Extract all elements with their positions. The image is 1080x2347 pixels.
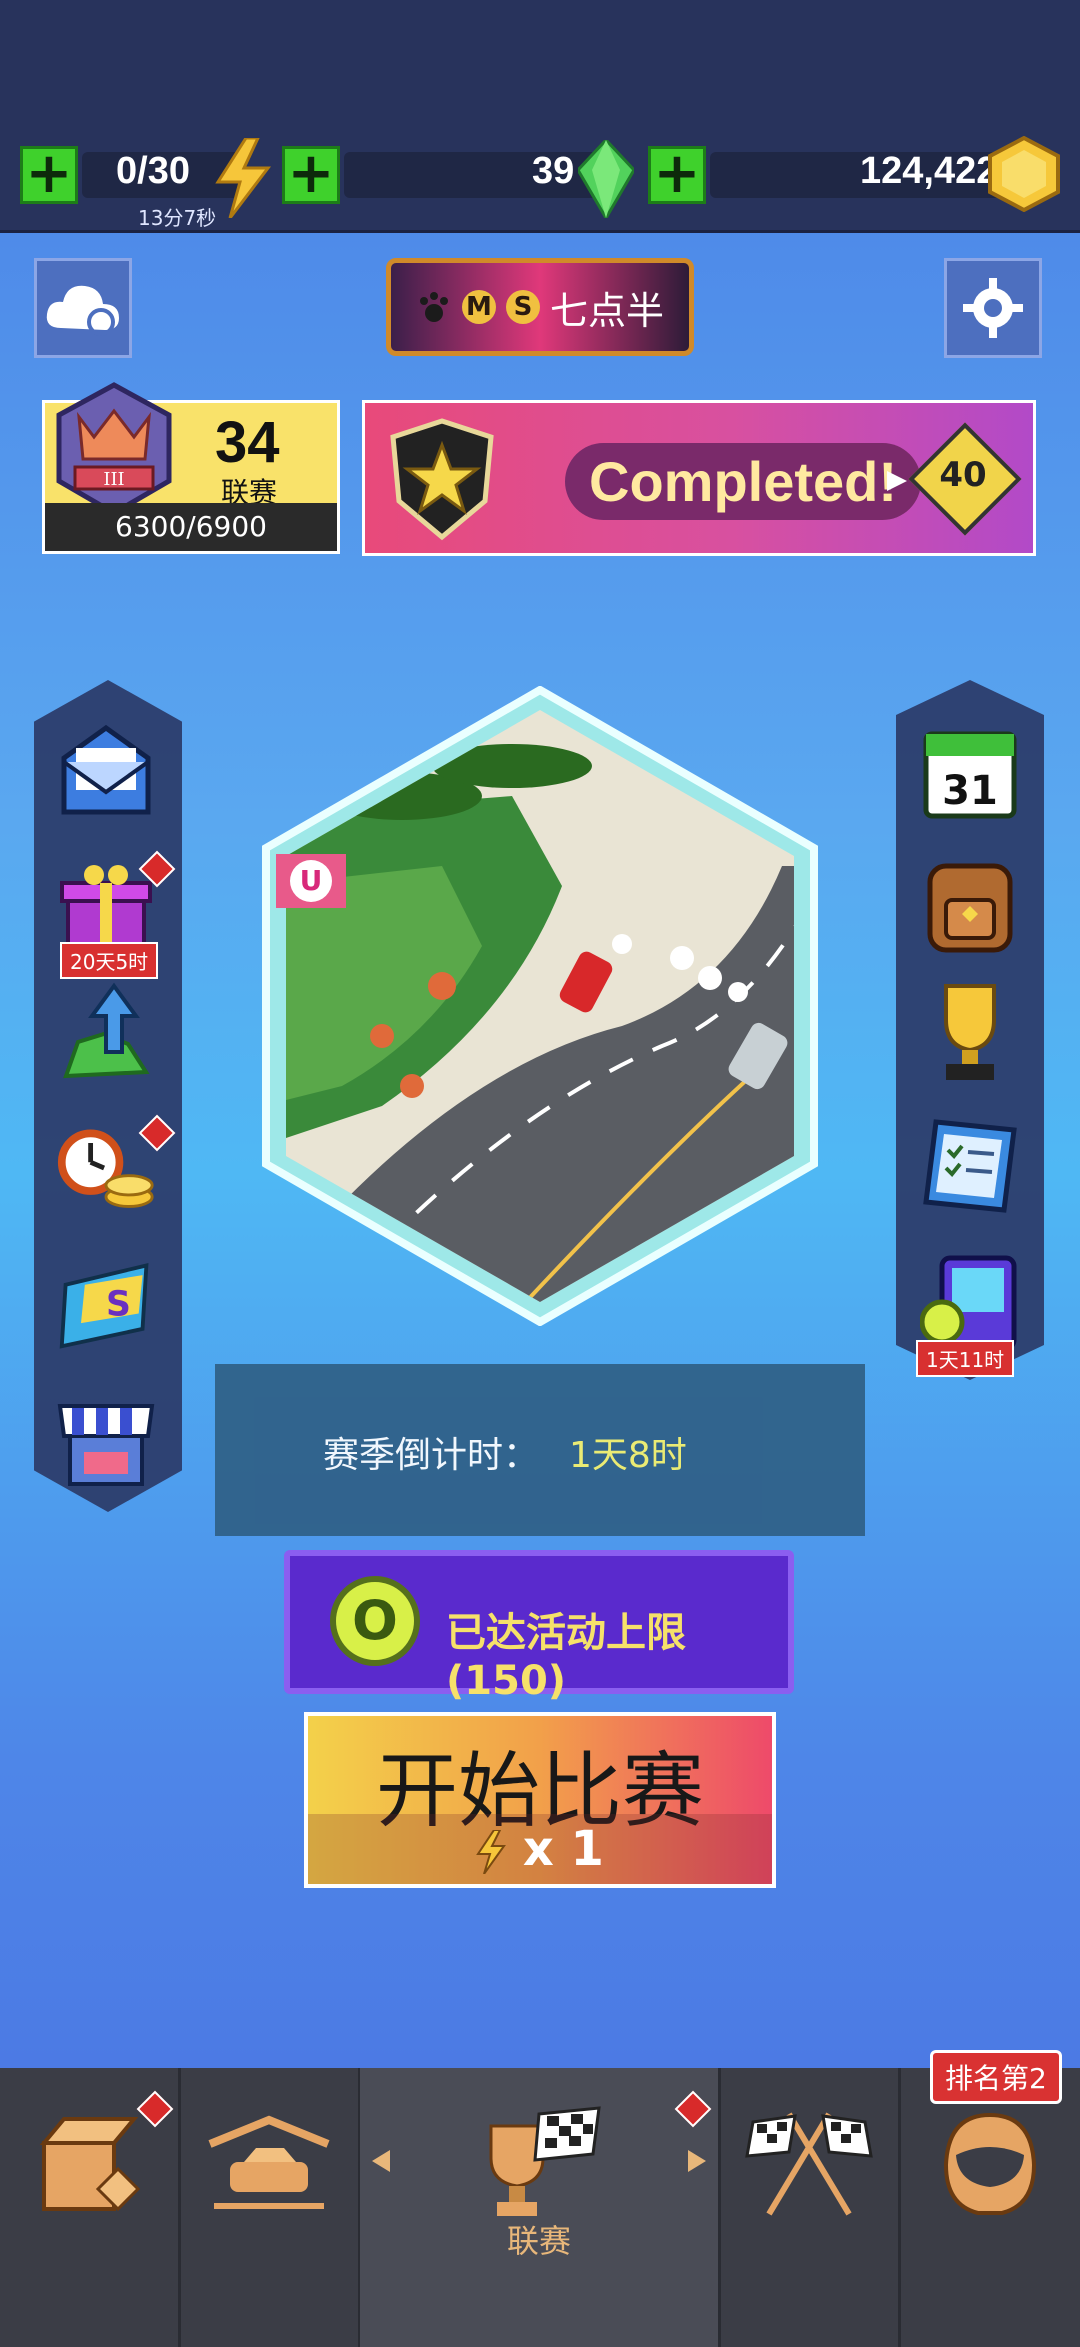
season-countdown-label: 赛季倒计时： — [323, 1435, 540, 1476]
gift-icon — [60, 865, 152, 949]
trophy-flag-icon — [489, 2106, 601, 2216]
event-coin-icon: O — [330, 1576, 420, 1666]
season-pass-button[interactable]: S — [56, 1252, 156, 1352]
add-gems-button[interactable]: + — [282, 146, 340, 204]
helmet-icon — [943, 2112, 1037, 2215]
energy-timer: 13分7秒 — [138, 206, 217, 230]
nav-tab-profile[interactable] — [900, 2068, 1080, 2347]
season-countdown: 赛季倒计时： 1天8时 — [215, 1364, 865, 1536]
start-race-button[interactable]: 开始比赛 x 1 — [304, 1712, 776, 1888]
magnet-icon: U — [290, 860, 332, 902]
coins-value: 124,422 — [860, 150, 998, 192]
calendar-icon: 31 — [923, 731, 1017, 819]
event-limit-text: 已达活动上限(150) — [446, 1610, 686, 1704]
nav-tab-league[interactable]: 联赛 — [360, 2068, 721, 2347]
gift-timer: 20天5时 — [60, 942, 159, 979]
arrow-right-icon — [887, 471, 907, 491]
gems-value: 39 — [532, 150, 575, 192]
backpack-button[interactable] — [920, 852, 1020, 953]
settings-button[interactable] — [944, 258, 1042, 358]
league-progress: 6300/6900 — [45, 503, 337, 551]
season-countdown-value: 1天8时 — [569, 1435, 687, 1476]
energy-value: 0/30 — [116, 150, 190, 192]
energy-resource: + 0/30 13分7秒 — [20, 138, 272, 230]
quest-banner[interactable]: Completed! 40 — [362, 400, 1036, 556]
shop-box-icon — [39, 2117, 141, 2212]
gem-icon — [578, 140, 634, 218]
rank-badge: 排名第2 — [930, 2050, 1062, 2104]
magnet-badge: U — [276, 854, 346, 908]
quest-reward-value: 40 — [939, 455, 987, 495]
track-preview[interactable]: U — [262, 685, 818, 1327]
lightning-icon — [215, 138, 272, 218]
nav-tab-race[interactable] — [720, 2068, 901, 2347]
start-race-cost: x 1 — [308, 1814, 772, 1884]
quest-status: Completed! — [565, 443, 921, 520]
cloud-sync-icon — [46, 285, 119, 336]
event-limit-button[interactable]: O 已达活动上限(150) — [284, 1550, 794, 1704]
league-level: 34 — [215, 410, 280, 475]
checkered-flags-icon — [745, 2112, 873, 2216]
trophy-button[interactable] — [920, 982, 1020, 1082]
add-energy-button[interactable]: + — [20, 146, 78, 204]
arcade-button[interactable] — [920, 1254, 1020, 1354]
player-badge-m: M — [461, 290, 496, 324]
arrow-right-icon — [688, 2150, 706, 2172]
calendar-button[interactable]: 31 — [920, 720, 1020, 820]
league-panel[interactable]: III 34 联赛 6300/6900 — [42, 382, 340, 554]
backpack-icon — [927, 863, 1013, 953]
bottom-nav: 联赛 — [0, 2068, 1080, 2347]
gem-upgrade-button[interactable] — [56, 982, 156, 1084]
paw-icon — [419, 292, 448, 322]
season-pass-icon: S — [59, 1262, 149, 1349]
svg-text:31: 31 — [942, 768, 998, 814]
garage-icon — [208, 2115, 330, 2209]
svg-text:S: S — [106, 1284, 131, 1324]
cloud-sync-button[interactable] — [34, 258, 132, 358]
player-name: 七点半 — [549, 288, 664, 333]
nav-tab-league-label: 联赛 — [506, 2222, 571, 2260]
add-coins-button[interactable]: + — [648, 146, 706, 204]
nav-tab-shop[interactable] — [0, 2068, 181, 2347]
shop-icon — [57, 1404, 155, 1486]
mail-icon — [61, 724, 151, 815]
track-map-image — [262, 685, 818, 1327]
tasks-button[interactable] — [920, 1116, 1020, 1216]
gem-upgrade-icon — [63, 982, 150, 1079]
gear-icon — [963, 278, 1023, 338]
shop-button[interactable] — [56, 1392, 156, 1492]
star-shield-icon — [390, 418, 494, 541]
arcade-timer: 1天11时 — [916, 1340, 1015, 1377]
svg-text:III: III — [103, 469, 124, 490]
lightning-icon — [476, 1829, 507, 1875]
gem-resource: + 39 — [282, 140, 634, 218]
arcade-machine-icon — [920, 1255, 1017, 1351]
trophy-icon — [944, 984, 996, 1080]
player-badge-s: S — [505, 290, 540, 324]
nav-tab-garage[interactable] — [180, 2068, 361, 2347]
checklist-icon — [923, 1119, 1017, 1213]
player-nameplate[interactable]: M S 七点半 — [386, 258, 694, 356]
resource-bar: + 0/30 13分7秒 + 39 + 124,422 — [0, 0, 1080, 233]
coin-stack-icon — [988, 136, 1060, 212]
start-race-cost-value: x 1 — [522, 1821, 604, 1877]
mail-button[interactable] — [56, 720, 156, 820]
coin-resource: + 124,422 — [648, 136, 1068, 212]
